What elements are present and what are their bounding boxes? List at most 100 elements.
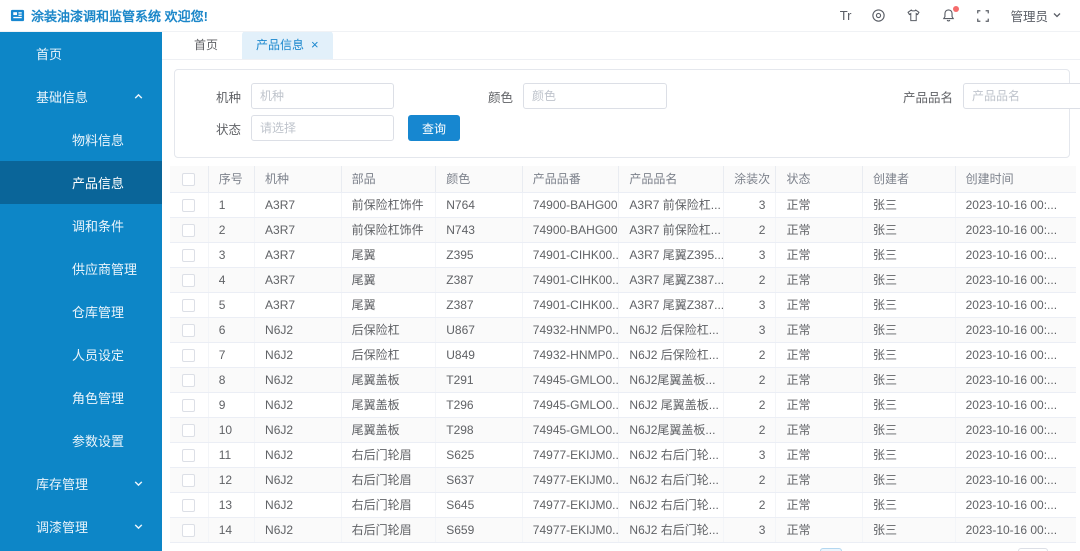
cell-status: 正常 [775, 342, 864, 368]
cell-creator: 张三 [862, 417, 956, 443]
sidebar-item-7[interactable]: 人员设定 [0, 333, 162, 376]
cell-color: U867 [435, 317, 523, 343]
table-row[interactable]: 1 A3R7 前保险杠饰件 N764 74900-BAHG00... A3R7 … [170, 192, 1076, 218]
table-row[interactable]: 3 A3R7 尾翼 Z395 74901-CIHK00... A3R7 尾翼Z3… [170, 242, 1076, 268]
table-row[interactable]: 6 N6J2 后保险杠 U867 74932-HNMP0... N6J2 后保险… [170, 317, 1076, 343]
sidebar-item-4[interactable]: 调和条件 [0, 204, 162, 247]
row-checkbox[interactable] [182, 273, 196, 287]
user-menu[interactable]: 管理员 [1010, 6, 1062, 25]
sidebar-item-8[interactable]: 角色管理 [0, 376, 162, 419]
row-checkbox[interactable] [182, 423, 196, 437]
row-checkbox[interactable] [182, 298, 196, 312]
sidebar-item-label: 调漆管理 [36, 520, 89, 535]
app-window: 涂装油漆调和监管系统 欢迎您! Tr 管理员 首页 基础信息 物料信息 产品信息… [0, 0, 1080, 551]
select-all-checkbox[interactable] [182, 172, 196, 186]
row-checkbox-cell [170, 442, 209, 468]
tab-product-info[interactable]: 产品信息 × [242, 31, 333, 59]
cell-created-time: 2023-10-16 00:... [955, 192, 1076, 218]
page-button-1[interactable]: 1 [768, 548, 790, 551]
help-icon[interactable] [871, 8, 886, 23]
status-select[interactable] [251, 115, 394, 141]
tab-home[interactable]: 首页 [184, 31, 228, 59]
color-input[interactable] [523, 83, 667, 109]
table-row[interactable]: 5 A3R7 尾翼 Z387 74901-CIHK00... A3R7 尾翼Z3… [170, 292, 1076, 318]
sidebar-item-3[interactable]: 产品信息 [0, 161, 162, 204]
cell-product-number: 74945-GMLO0... [522, 392, 620, 418]
page-button-5[interactable]: 5 [872, 548, 894, 551]
col-product-name: 产品品名 [618, 166, 725, 193]
fullscreen-icon[interactable] [976, 9, 990, 23]
sidebar-item-0[interactable]: 首页 [0, 32, 162, 75]
col-machine: 机种 [254, 166, 342, 193]
page-button-4[interactable]: 4 [846, 548, 868, 551]
col-creator: 创建者 [862, 166, 956, 193]
sidebar-item-11[interactable]: 调漆管理 [0, 505, 162, 548]
top-header: 涂装油漆调和监管系统 欢迎您! Tr 管理员 [0, 0, 1080, 32]
query-button[interactable]: 查询 [408, 115, 461, 141]
table-row[interactable]: 13 N6J2 右后门轮眉 S645 74977-EKIJM0... N6J2 … [170, 492, 1076, 518]
product-name-input[interactable] [963, 83, 1080, 109]
row-checkbox[interactable] [182, 498, 196, 512]
page-button-2[interactable]: 2 [794, 548, 816, 551]
close-icon[interactable]: × [311, 38, 319, 51]
table-row[interactable]: 11 N6J2 右后门轮眉 S625 74977-EKIJM0... N6J2 … [170, 442, 1076, 468]
sidebar-item-2[interactable]: 物料信息 [0, 118, 162, 161]
row-checkbox[interactable] [182, 323, 196, 337]
cell-created-time: 2023-10-16 00:... [955, 417, 1076, 443]
row-checkbox[interactable] [182, 473, 196, 487]
cell-status: 正常 [775, 292, 864, 318]
table-row[interactable]: 4 A3R7 尾翼 Z387 74901-CIHK00... A3R7 尾翼Z3… [170, 267, 1076, 293]
page-button-7[interactable]: 7 [924, 548, 946, 551]
notification-bell-icon[interactable] [941, 6, 960, 23]
page-button-3[interactable]: 3 [819, 547, 842, 551]
sidebar-item-5[interactable]: 供应商管理 [0, 247, 162, 290]
cell-created-time: 2023-10-16 00:... [955, 467, 1076, 493]
prev-page-button[interactable] [740, 548, 760, 551]
col-part: 部品 [341, 166, 437, 193]
row-checkbox[interactable] [182, 348, 196, 362]
machine-type-input[interactable] [251, 83, 394, 109]
table-row[interactable]: 10 N6J2 尾翼盖板 T298 74945-GMLO0... N6J2尾翼盖… [170, 417, 1076, 443]
col-status: 状态 [775, 166, 864, 193]
table-row[interactable]: 8 N6J2 尾翼盖板 T291 74945-GMLO0... N6J2尾翼盖板… [170, 367, 1076, 393]
col-paint-times: 涂装次 [723, 166, 777, 193]
cell-creator: 张三 [862, 367, 956, 393]
cell-machine: A3R7 [254, 242, 342, 268]
cell-created-time: 2023-10-16 00:... [955, 367, 1076, 393]
cell-product-name: N6J2 后保险杠... [618, 342, 725, 368]
table-row[interactable]: 2 A3R7 前保险杠饰件 N743 74900-BAHG00... A3R7 … [170, 217, 1076, 243]
row-checkbox[interactable] [182, 248, 196, 262]
cell-machine: N6J2 [254, 342, 342, 368]
cell-no: 9 [208, 392, 256, 418]
sidebar-item-9[interactable]: 参数设置 [0, 419, 162, 462]
sidebar-item-label: 产品信息 [72, 176, 125, 191]
row-checkbox[interactable] [182, 398, 196, 412]
goto-page-input[interactable] [1017, 547, 1048, 551]
table-row[interactable]: 7 N6J2 后保险杠 U849 74932-HNMP0... N6J2 后保险… [170, 342, 1076, 368]
cell-color: N743 [435, 217, 523, 243]
row-checkbox[interactable] [182, 223, 196, 237]
next-page-button[interactable] [954, 548, 974, 551]
sidebar-item-10[interactable]: 库存管理 [0, 462, 162, 505]
theme-icon[interactable] [906, 8, 921, 23]
cell-machine: A3R7 [254, 192, 342, 218]
row-checkbox[interactable] [182, 373, 196, 387]
table-row[interactable]: 12 N6J2 右后门轮眉 S637 74977-EKIJM0... N6J2 … [170, 467, 1076, 493]
table-row[interactable]: 14 N6J2 右后门轮眉 S659 74977-EKIJM0... N6J2 … [170, 517, 1076, 543]
row-checkbox-cell [170, 392, 209, 418]
row-checkbox[interactable] [182, 198, 196, 212]
cell-product-name: N6J2 右后门轮... [618, 467, 725, 493]
row-checkbox-cell [170, 517, 209, 543]
cell-created-time: 2023-10-16 00:... [955, 242, 1076, 268]
page-button-6[interactable]: 6 [898, 548, 920, 551]
sidebar-item-6[interactable]: 仓库管理 [0, 290, 162, 333]
sidebar-item-1[interactable]: 基础信息 [0, 75, 162, 118]
cell-status: 正常 [775, 267, 864, 293]
font-size-icon[interactable]: Tr [840, 8, 852, 23]
table-row[interactable]: 9 N6J2 尾翼盖板 T296 74945-GMLO0... N6J2 尾翼盖… [170, 392, 1076, 418]
row-checkbox-cell [170, 292, 209, 318]
main-panel: 首页 产品信息 × 机种 颜色 产品品 [162, 31, 1080, 551]
cell-status: 正常 [775, 392, 864, 418]
row-checkbox[interactable] [182, 523, 196, 537]
row-checkbox[interactable] [182, 448, 196, 462]
